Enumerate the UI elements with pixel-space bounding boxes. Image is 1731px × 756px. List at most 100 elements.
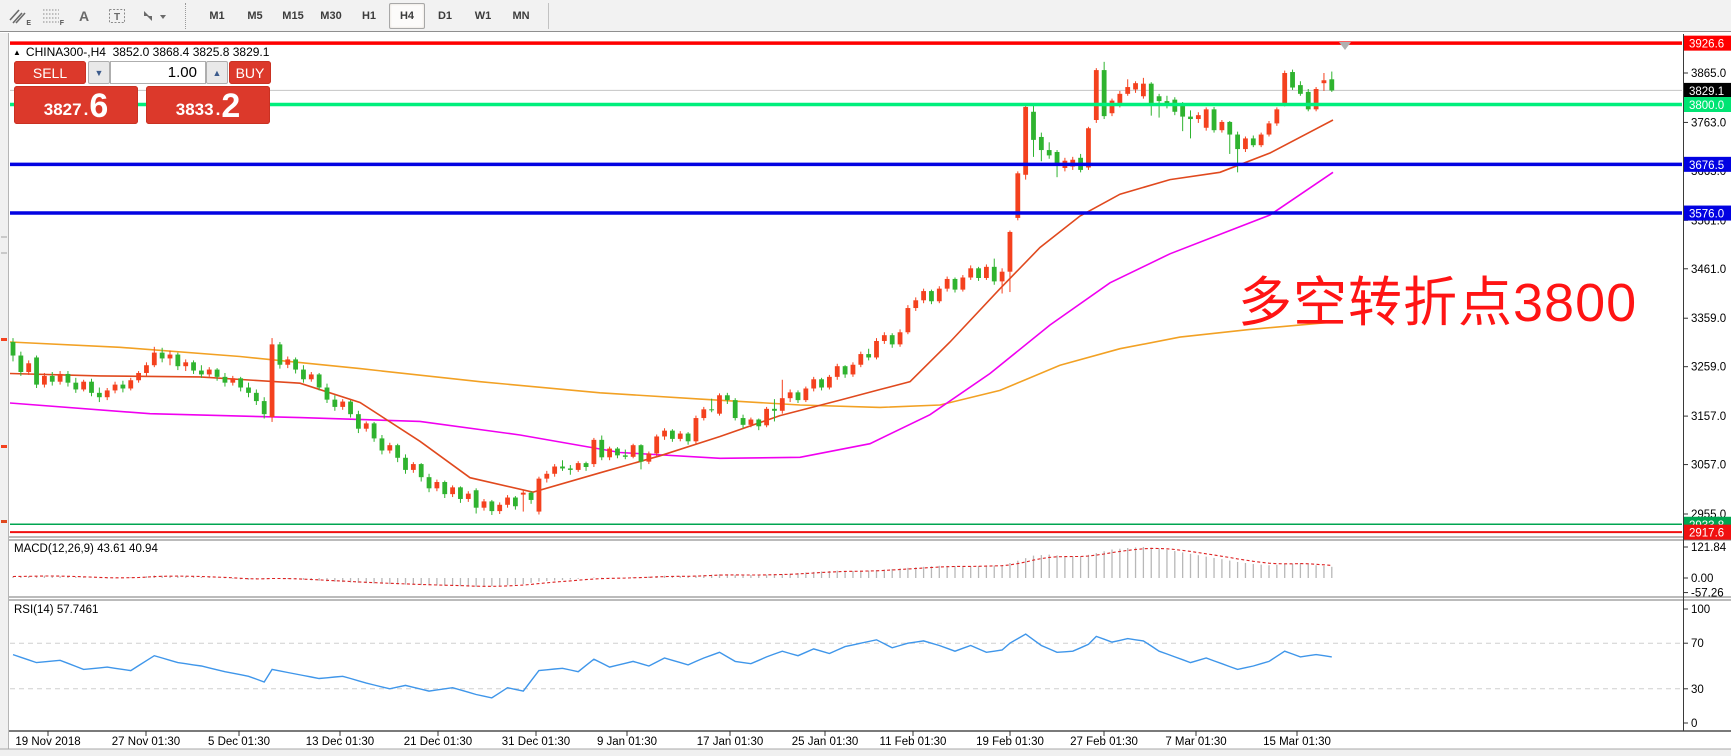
candle-body	[764, 409, 769, 425]
candle-body	[803, 388, 808, 400]
candle-body	[788, 392, 793, 398]
buy-price-button[interactable]: 3833.2	[146, 86, 270, 124]
candle-body	[254, 393, 259, 401]
price-axis[interactable]: 3865.03763.03663.03561.03461.03359.03259…	[1683, 36, 1731, 540]
candle-body	[278, 344, 283, 364]
svg-text:3800.0: 3800.0	[1689, 100, 1724, 112]
candle-body	[1243, 138, 1248, 149]
candle-body	[1055, 152, 1060, 163]
candle-body	[1157, 96, 1162, 101]
svg-text:0.00: 0.00	[1691, 573, 1713, 585]
price-tick-label: 3259.0	[1691, 362, 1726, 374]
candle-body	[1141, 84, 1146, 97]
price-tick-label: 3865.0	[1691, 68, 1726, 80]
candle-body	[1188, 117, 1193, 119]
candle-body	[599, 440, 604, 457]
candle-body	[160, 353, 165, 359]
candle-body	[199, 371, 204, 375]
price-tick-label: 3763.0	[1691, 117, 1726, 129]
candle-body	[1227, 122, 1232, 135]
candle-body	[960, 278, 965, 290]
time-tick-label: 27 Feb 01:30	[1070, 736, 1138, 748]
candle-body	[584, 463, 589, 467]
time-tick-label: 15 Mar 01:30	[1263, 736, 1331, 748]
candle-body	[717, 395, 722, 413]
candle-body	[866, 354, 871, 357]
candle-body	[403, 458, 408, 470]
candle-body	[513, 498, 518, 507]
candle-body	[466, 494, 471, 499]
price-badge-3576.0: 3576.0	[1684, 206, 1731, 221]
time-tick-label: 5 Dec 01:30	[208, 736, 270, 748]
candle-body	[796, 392, 801, 400]
candle-body	[686, 434, 691, 442]
candle-body	[984, 267, 989, 278]
candle-body	[419, 464, 424, 477]
buy-button[interactable]: BUY	[229, 61, 271, 84]
price-tick-label: 3359.0	[1691, 313, 1726, 325]
candle-body	[819, 379, 824, 387]
time-tick-label: 25 Jan 01:30	[792, 736, 859, 748]
macd-panel: 121.840.00-57.26	[13, 542, 1727, 600]
sell-price-button[interactable]: 3827.6	[14, 86, 138, 124]
volume-decrease-button[interactable]: ▼	[88, 61, 110, 84]
candle-body	[725, 395, 730, 400]
time-tick-label: 21 Dec 01:30	[404, 736, 472, 748]
price-badge-3676.5: 3676.5	[1684, 157, 1731, 172]
candle-body	[874, 341, 879, 357]
price-badge-2917.6: 2917.6	[1684, 525, 1731, 540]
candle-body	[505, 498, 510, 505]
volume-increase-button[interactable]: ▲	[206, 61, 228, 84]
candle-body	[890, 335, 895, 344]
price-badge-3800.0: 3800.0	[1684, 97, 1731, 112]
time-tick-label: 27 Nov 01:30	[112, 736, 180, 748]
candles-layer	[11, 62, 1335, 515]
candle-body	[741, 418, 746, 425]
candle-body	[435, 482, 440, 488]
rsi-panel: 10070300	[10, 604, 1710, 730]
candle-body	[694, 418, 699, 441]
svg-text:3829.1: 3829.1	[1689, 86, 1724, 98]
ask-last-digit: 2	[221, 92, 240, 121]
candle-body	[906, 308, 911, 332]
candle-body	[380, 438, 385, 450]
candle-body	[756, 420, 761, 427]
candle-body	[293, 359, 298, 369]
candle-body	[207, 370, 212, 375]
candle-body	[772, 409, 777, 411]
candle-body	[1314, 89, 1319, 109]
candle-body	[1329, 79, 1334, 90]
candle-body	[246, 388, 251, 393]
candle-body	[615, 449, 620, 456]
candle-body	[1094, 70, 1099, 120]
svg-text:0: 0	[1691, 718, 1697, 730]
candle-body	[317, 374, 322, 387]
volume-input[interactable]	[110, 61, 206, 84]
candle-body	[97, 393, 102, 397]
candle-body	[1133, 83, 1138, 89]
candle-body	[843, 366, 848, 374]
candle-body	[301, 370, 306, 380]
sell-button[interactable]: SELL	[14, 61, 86, 84]
candle-body	[387, 445, 392, 450]
candle-body	[215, 370, 220, 377]
candle-body	[537, 479, 542, 512]
candle-body	[42, 376, 47, 385]
chart-shift-marker-icon[interactable]	[1339, 42, 1351, 50]
candle-body	[26, 363, 31, 372]
candle-body	[411, 464, 416, 470]
candle-body	[340, 402, 345, 407]
candle-body	[670, 431, 675, 439]
chart-symbol-label: CHINA300-,H4 3852.0 3868.4 3825.8 3829.1	[26, 45, 270, 59]
candle-body	[1000, 272, 1005, 282]
candle-body	[560, 467, 565, 469]
candle-body	[309, 374, 314, 379]
candle-body	[482, 501, 487, 507]
left-edge-strip	[0, 33, 9, 756]
time-axis[interactable]: 19 Nov 201827 Nov 01:305 Dec 01:3013 Dec…	[15, 731, 1330, 748]
candle-body	[576, 463, 581, 470]
candle-body	[937, 289, 942, 302]
candle-body	[372, 423, 377, 438]
candle-body	[1290, 72, 1295, 88]
candle-body	[136, 373, 141, 380]
